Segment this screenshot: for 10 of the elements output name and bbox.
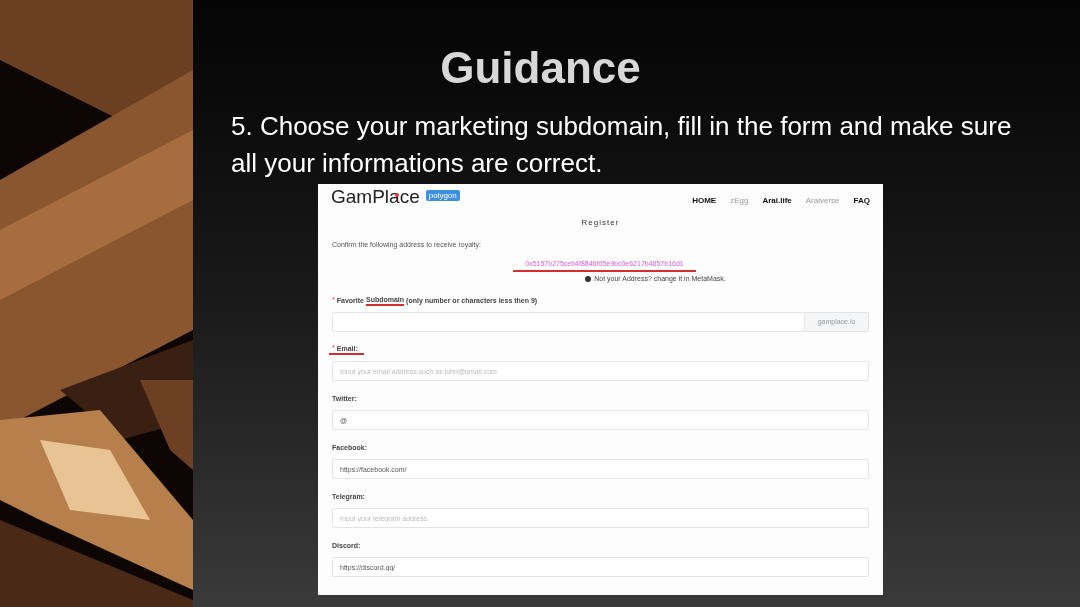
site-logo[interactable]: GamPlace [331,186,420,207]
help-icon [585,275,592,282]
nav-link[interactable]: Arai.life [762,196,792,206]
slide-title: Guidance [440,42,641,94]
instruction-text: 5. Choose your marketing subdomain, fill in the form and make sure all your informations are correct. [231,110,1013,180]
nav-link[interactable]: HOME [692,196,717,206]
nav-link[interactable]: FAQ [853,196,870,206]
register-heading: Register [581,217,620,229]
network-badge: polygon [425,190,460,201]
input-field[interactable] [332,312,805,332]
